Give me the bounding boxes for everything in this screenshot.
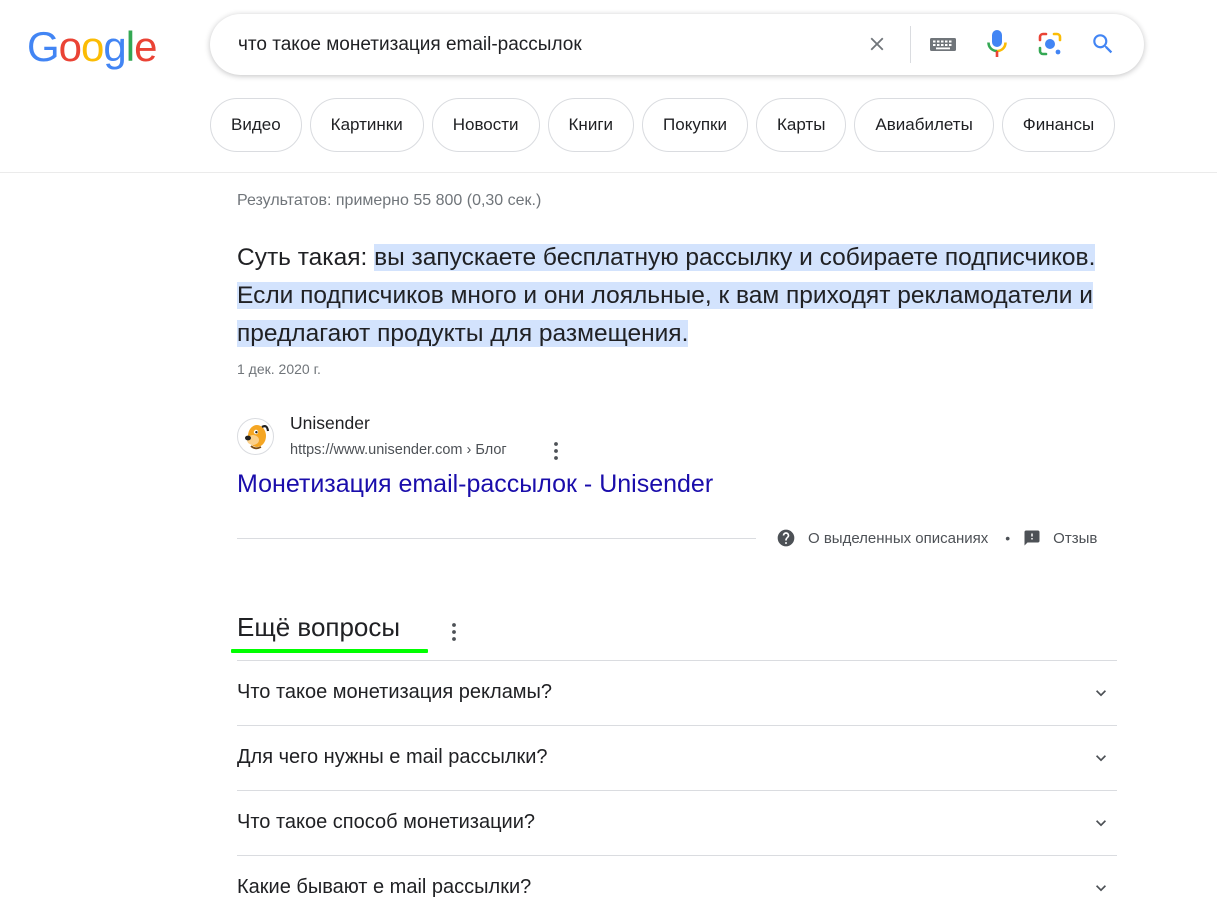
more-vert-icon[interactable] (447, 622, 461, 642)
chip-news[interactable]: Новости (431, 98, 540, 152)
paa-question[interactable]: Какие бывают е mail рассылки? (237, 855, 1117, 914)
paa-question-text: Какие бывают е mail рассылки? (237, 876, 532, 898)
help-icon[interactable] (776, 528, 796, 548)
snippet-footer: О выделенных описаниях • Отзыв (776, 527, 1097, 549)
chip-finance[interactable]: Финансы (1001, 98, 1116, 152)
site-name[interactable]: Unisender (290, 413, 370, 434)
google-logo[interactable]: G o o g l e (27, 23, 157, 70)
filter-chips: Видео Картинки Новости Книги Покупки Кар… (210, 98, 1116, 152)
paa-question-text: Для чего нужны е mail рассылки? (237, 746, 548, 768)
search-input[interactable]: что такое монетизация email-рассылок (238, 14, 582, 75)
lens-icon[interactable] (1035, 29, 1065, 59)
separator-dot: • (1005, 530, 1011, 546)
result-stats: Результатов: примерно 55 800 (0,30 сек.) (237, 192, 542, 209)
header-divider (0, 172, 1217, 173)
paa-question[interactable]: Что такое монетизация рекламы? (237, 660, 1117, 725)
logo-letter: l (125, 23, 135, 70)
chip-images[interactable]: Картинки (309, 98, 424, 152)
chip-books[interactable]: Книги (547, 98, 635, 152)
chevron-down-icon[interactable] (1091, 813, 1111, 833)
snippet-highlight: Если подписчиков много и они лояльные, к… (237, 282, 1093, 347)
close-icon[interactable] (862, 29, 892, 59)
featured-snippet: Суть такая: вы запускаете бесплатную рас… (237, 239, 1117, 353)
chip-flights[interactable]: Авиабилеты (854, 98, 994, 152)
unisender-favicon-icon (237, 418, 274, 455)
paa-question-text: Что такое способ монетизации? (237, 811, 536, 833)
result-title-link[interactable]: Монетизация email-рассылок - Unisender (237, 470, 713, 499)
feedback-icon[interactable] (1023, 529, 1041, 547)
snippet-highlight: вы запускаете бесплатную рассылку и соби… (374, 244, 1096, 271)
paa-question[interactable]: Для чего нужны е mail рассылки? (237, 725, 1117, 790)
mic-icon[interactable] (982, 29, 1012, 59)
logo-letter: G (27, 23, 60, 70)
paa-question[interactable]: Что такое способ монетизации? (237, 790, 1117, 855)
chip-maps[interactable]: Карты (755, 98, 847, 152)
about-snippets-link[interactable]: О выделенных описаниях (808, 530, 988, 547)
chevron-down-icon[interactable] (1091, 878, 1111, 898)
snippet-divider (237, 538, 756, 539)
logo-letter: o (81, 23, 104, 70)
search-box[interactable]: что такое монетизация email-рассылок (210, 14, 1144, 75)
site-url[interactable]: https://www.unisender.com › Блог (290, 442, 507, 458)
snippet-lead: Суть такая: (237, 244, 375, 271)
logo-letter: o (58, 23, 82, 70)
logo-letter: e (134, 23, 157, 70)
search-divider (910, 26, 911, 63)
chip-video[interactable]: Видео (210, 98, 302, 152)
keyboard-icon[interactable] (928, 29, 958, 59)
feedback-link[interactable]: Отзыв (1053, 530, 1097, 547)
logo-letter: g (103, 23, 126, 70)
snippet-tail: . (681, 320, 689, 347)
snippet-date: 1 дек. 2020 г. (237, 361, 321, 377)
paa-question-text: Что такое монетизация рекламы? (237, 681, 553, 703)
chip-shopping[interactable]: Покупки (642, 98, 748, 152)
search-icon[interactable] (1088, 29, 1118, 59)
more-vert-icon[interactable] (550, 441, 562, 461)
chevron-down-icon[interactable] (1091, 683, 1111, 703)
paa-list: Что такое монетизация рекламы? Для чего … (237, 660, 1117, 914)
paa-title-underline (231, 649, 428, 653)
chevron-down-icon[interactable] (1091, 748, 1111, 768)
paa-title: Ещё вопросы (237, 612, 401, 642)
